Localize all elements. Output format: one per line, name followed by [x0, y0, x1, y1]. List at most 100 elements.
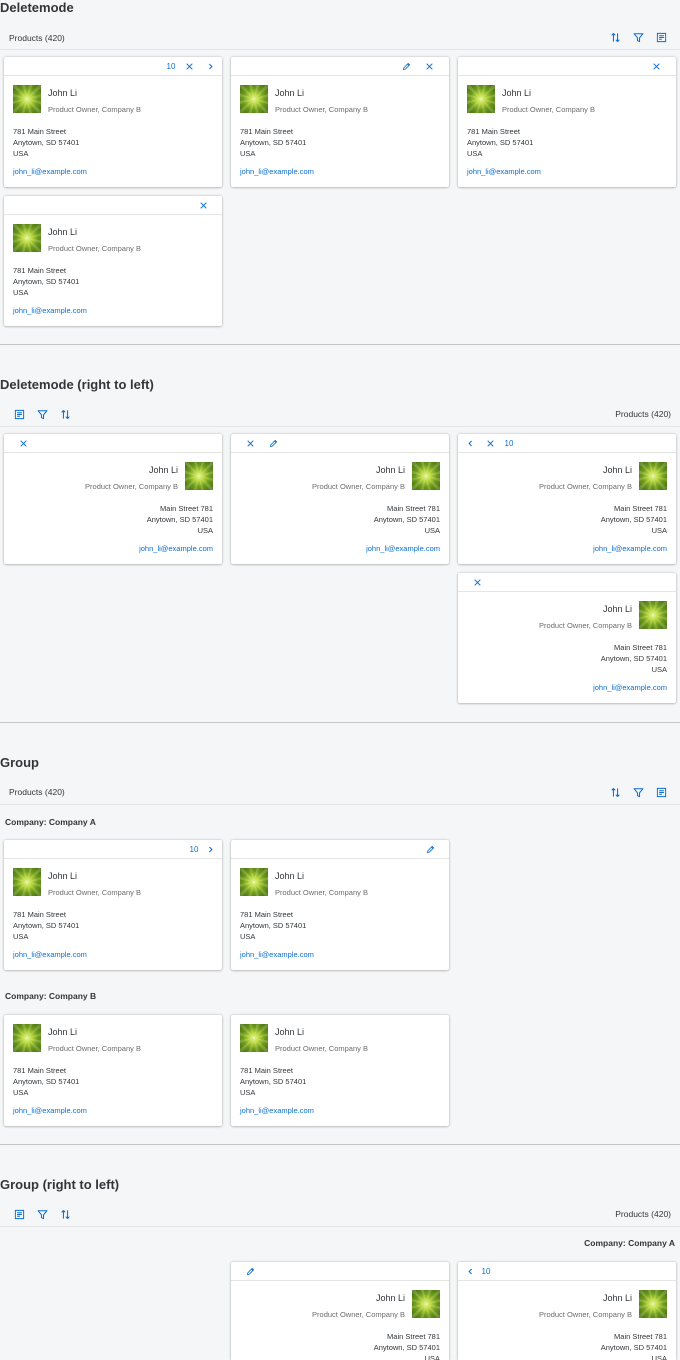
contact-card[interactable]: 10 John Li Product Owner, Company B 781 … [4, 57, 222, 187]
avatar [185, 462, 213, 490]
contact-card[interactable]: 10 John Li Product Owner, Company B 781 … [4, 840, 222, 970]
contact-card[interactable]: 10 John Li Product Owner, Company B Main… [458, 1262, 676, 1360]
contact-card[interactable]: John Li Product Owner, Company B 781 Mai… [4, 1015, 222, 1126]
products-count: Products (420) [9, 787, 65, 797]
contact-card[interactable]: John Li Product Owner, Company B 781 Mai… [458, 57, 676, 187]
contact-name: John Li [375, 465, 405, 475]
products-count: Products (420) [615, 409, 671, 419]
card-header [231, 840, 449, 859]
contact-email-link[interactable]: john_li@example.com [593, 544, 667, 553]
contact-card[interactable]: John Li Product Owner, Company B 781 Mai… [231, 1015, 449, 1126]
contact-name: John Li [48, 227, 78, 237]
close-icon[interactable] [243, 437, 257, 450]
chevron-right-icon[interactable] [203, 60, 217, 73]
close-icon[interactable] [649, 60, 663, 73]
contact-address: Main Street 781 Anytown, SD 57401 USA [146, 504, 213, 535]
filter-icon[interactable] [35, 407, 49, 421]
table-settings-icon[interactable] [12, 1207, 26, 1221]
contact-name: John Li [48, 1027, 78, 1037]
toolbar-group: Products (420) [0, 783, 680, 805]
contact-name: John Li [275, 1027, 305, 1037]
avatar [412, 1290, 440, 1318]
contact-role: Product Owner, Company B [85, 482, 178, 491]
contact-address: 781 Main Street Anytown, SD 57401 USA [13, 266, 80, 297]
table-settings-icon[interactable] [12, 407, 26, 421]
edit-icon[interactable] [266, 437, 280, 450]
edit-icon[interactable] [399, 60, 413, 73]
close-icon[interactable] [483, 437, 497, 450]
contact-role: Product Owner, Company B [539, 1310, 632, 1319]
avatar [639, 462, 667, 490]
contact-card[interactable]: John Li Product Owner, Company B 781 Mai… [4, 196, 222, 326]
contact-email-link[interactable]: john_li@example.com [240, 1106, 314, 1115]
contact-address: 781 Main Street Anytown, SD 57401 USA [240, 127, 307, 158]
contact-card[interactable]: John Li Product Owner, Company B 781 Mai… [231, 57, 449, 187]
close-icon[interactable] [196, 199, 210, 212]
contact-card[interactable]: 10 John Li Product Owner, Company B Main… [458, 434, 676, 564]
card-header [4, 196, 222, 215]
contact-card[interactable]: John Li Product Owner, Company B Main St… [231, 1262, 449, 1360]
toolbar-deletemode-rtl: Products (420) [0, 405, 680, 427]
edit-icon[interactable] [423, 843, 437, 856]
contact-email-link[interactable]: john_li@example.com [139, 544, 213, 553]
sort-icon[interactable] [608, 30, 622, 44]
section-title-deletemode-rtl: Deletemode (right to left) [0, 377, 154, 392]
contact-name: John Li [275, 871, 305, 881]
chevron-right-icon[interactable] [203, 843, 217, 856]
contact-card[interactable]: John Li Product Owner, Company B Main St… [458, 573, 676, 703]
contact-email-link[interactable]: john_li@example.com [593, 683, 667, 692]
contact-email-link[interactable]: john_li@example.com [467, 167, 541, 176]
card-header: 10 [458, 434, 676, 453]
contact-email-link[interactable]: john_li@example.com [240, 167, 314, 176]
avatar [240, 85, 268, 113]
sort-icon[interactable] [58, 1207, 72, 1221]
contact-name: John Li [602, 465, 632, 475]
close-icon[interactable] [470, 576, 484, 589]
contact-name: John Li [48, 871, 78, 881]
contact-email-link[interactable]: john_li@example.com [13, 1106, 87, 1115]
avatar [240, 1024, 268, 1052]
contact-email-link[interactable]: john_li@example.com [13, 167, 87, 176]
edit-icon[interactable] [243, 1265, 257, 1278]
card-header [231, 434, 449, 453]
toolbar-deletemode: Products (420) [0, 28, 680, 50]
contact-role: Product Owner, Company B [48, 244, 141, 253]
contact-role: Product Owner, Company B [48, 888, 141, 897]
chevron-left-icon[interactable] [463, 437, 477, 450]
contact-role: Product Owner, Company B [539, 482, 632, 491]
section-title-group: Group [0, 755, 39, 770]
products-count: Products (420) [615, 1209, 671, 1219]
card-header: 10 [4, 840, 222, 859]
contact-email-link[interactable]: john_li@example.com [240, 950, 314, 959]
contact-role: Product Owner, Company B [312, 1310, 405, 1319]
contact-card[interactable]: John Li Product Owner, Company B Main St… [4, 434, 222, 564]
contact-role: Product Owner, Company B [275, 1044, 368, 1053]
contact-name: John Li [602, 604, 632, 614]
contact-address: Main Street 781 Anytown, SD 57401 USA [600, 1332, 667, 1360]
section-divider [0, 1144, 680, 1145]
close-icon[interactable] [16, 437, 30, 450]
table-settings-icon[interactable] [654, 30, 668, 44]
sort-icon[interactable] [608, 785, 622, 799]
chevron-left-icon[interactable] [463, 1265, 477, 1278]
contact-email-link[interactable]: john_li@example.com [13, 950, 87, 959]
contact-name: John Li [375, 1293, 405, 1303]
card-header [231, 1262, 449, 1281]
avatar [13, 1024, 41, 1052]
table-settings-icon[interactable] [654, 785, 668, 799]
close-icon[interactable] [422, 60, 436, 73]
contact-email-link[interactable]: john_li@example.com [366, 544, 440, 553]
close-icon[interactable] [182, 60, 196, 73]
contact-address: 781 Main Street Anytown, SD 57401 USA [13, 127, 80, 158]
contact-card[interactable]: John Li Product Owner, Company B 781 Mai… [231, 840, 449, 970]
contact-name: John Li [148, 465, 178, 475]
filter-icon[interactable] [631, 30, 645, 44]
filter-icon[interactable] [631, 785, 645, 799]
filter-icon[interactable] [35, 1207, 49, 1221]
contact-address: Main Street 781 Anytown, SD 57401 USA [600, 504, 667, 535]
sort-icon[interactable] [58, 407, 72, 421]
contact-card[interactable]: John Li Product Owner, Company B Main St… [231, 434, 449, 564]
contact-email-link[interactable]: john_li@example.com [13, 306, 87, 315]
counter-badge: 10 [166, 62, 176, 71]
section-title-group-rtl: Group (right to left) [0, 1177, 120, 1192]
